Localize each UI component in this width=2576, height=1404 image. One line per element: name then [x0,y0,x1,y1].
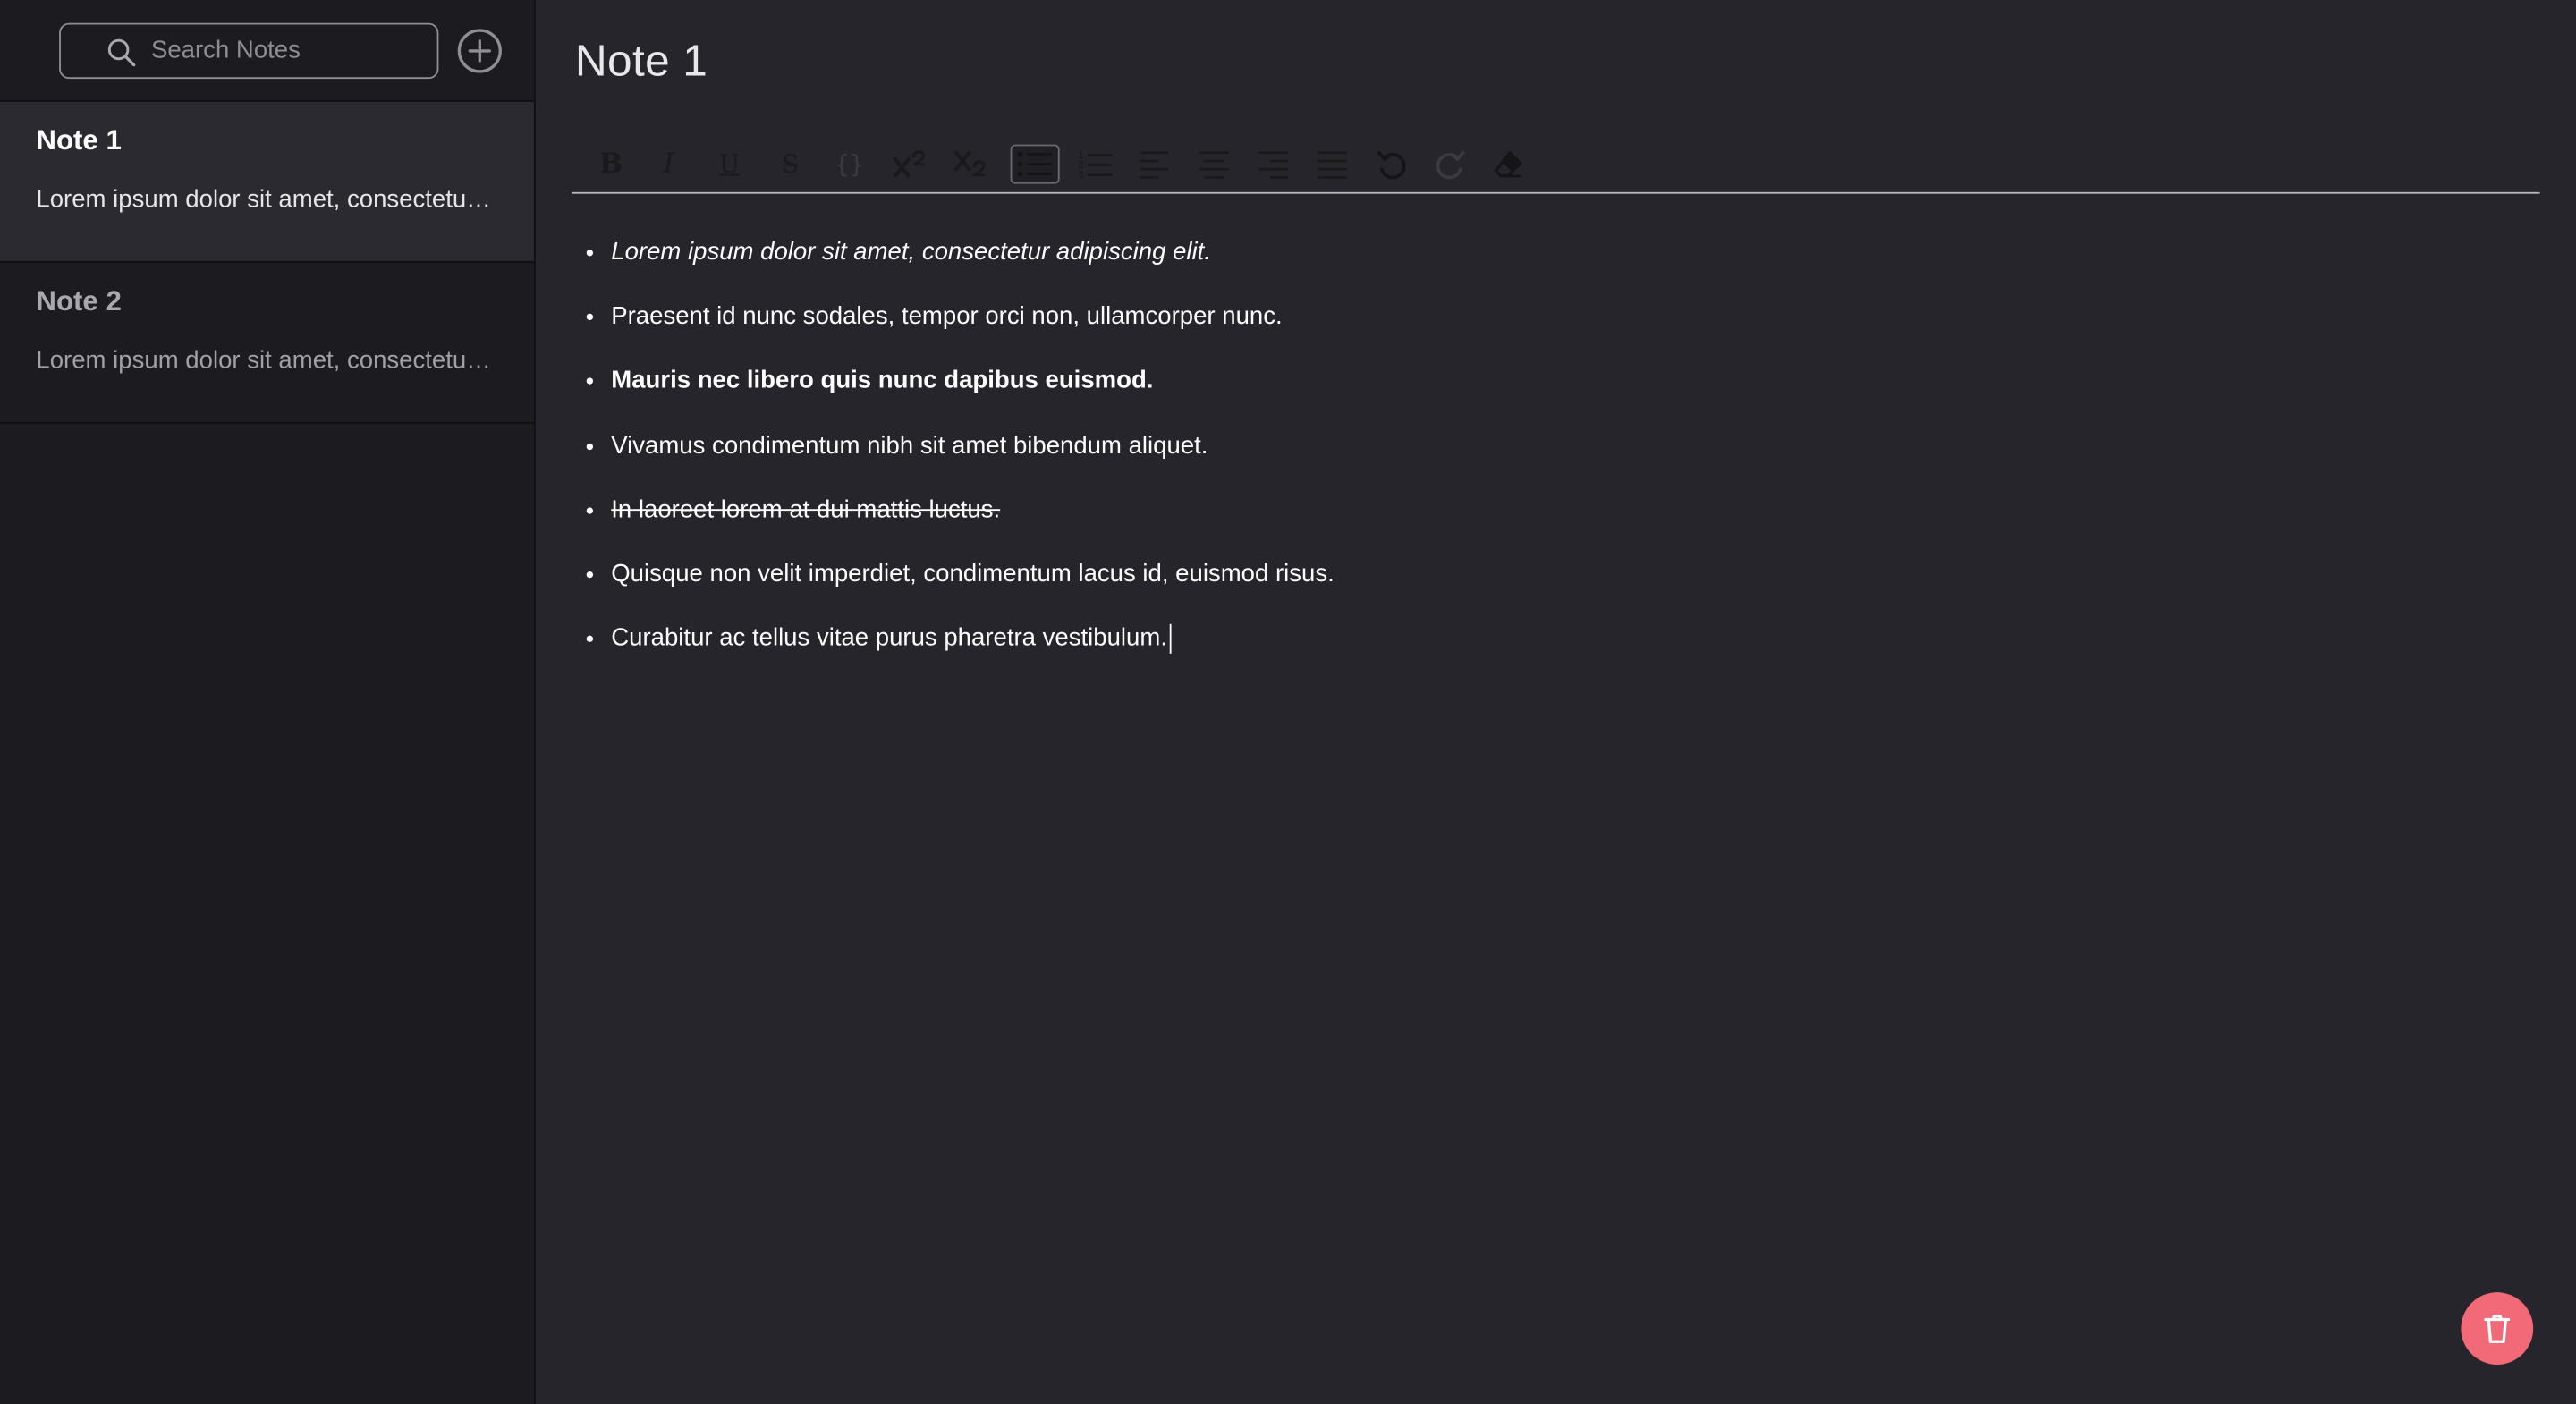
align-left-icon [1140,151,1168,179]
editor-pane: Note 1 B I U S {} 1 2 3 • Lorem ipsum do… [535,0,2576,1404]
code-icon: {} [834,148,865,179]
bold-icon: B [599,147,623,181]
align-justify-icon [1318,151,1348,179]
search-icon [107,38,136,66]
note-list-item[interactable]: Note 2 Lorem ipsum dolor sit amet, conse… [0,263,534,424]
underline-icon: U [718,148,741,179]
note-title: Note 2 [36,285,122,317]
numbered-list-icon: 1 2 3 [1078,149,1113,179]
note-list-item[interactable]: Note 1 Lorem ipsum dolor sit amet, conse… [0,101,534,263]
italic-button[interactable]: I [646,145,691,184]
align-left-button[interactable] [1131,145,1177,184]
note-title-heading[interactable]: Note 1 [575,36,708,87]
redo-button[interactable] [1428,145,1473,184]
editor-content[interactable]: Lorem ipsum dolor sit amet, consectetur … [575,220,1335,671]
superscript-icon [893,150,925,178]
sidebar-header [0,0,534,102]
note-preview: Lorem ipsum dolor sit amet, consectetur … [36,185,497,214]
list-item: Praesent id nunc sodales, tempor orci no… [611,284,1335,349]
list-item: Lorem ipsum dolor sit amet, consectetur … [611,220,1335,284]
subscript-icon [953,150,986,177]
trash-icon [2484,1315,2511,1343]
superscript-button[interactable] [887,145,933,184]
underline-button[interactable]: U [707,145,752,184]
clear-formatting-button[interactable] [1485,145,1530,184]
redo-icon [1436,150,1465,180]
align-right-button[interactable] [1250,145,1296,184]
svg-text:3: 3 [1078,169,1084,179]
delete-note-button[interactable] [2461,1292,2534,1365]
align-center-icon [1199,151,1229,179]
notes-app: Note 1 Lorem ipsum dolor sit amet, conse… [0,0,2576,1404]
italic-icon: I [663,147,674,181]
text-caret [1168,624,1171,655]
strikethrough-icon: S [782,148,799,179]
undo-button[interactable] [1368,145,1414,184]
add-note-button[interactable] [457,27,503,72]
undo-icon [1377,150,1406,180]
code-button[interactable]: {} [826,145,872,184]
list-item: Vivamus condimentum nibh sit amet bibend… [611,413,1335,478]
bold-button[interactable]: B [589,145,634,184]
list-item: Curabitur ac tellus vitae purus pharetra… [611,606,1335,671]
bullet-list-button[interactable] [1010,144,1060,184]
bullet-list: Lorem ipsum dolor sit amet, consectetur … [575,220,1335,671]
search-input[interactable] [150,36,431,64]
strikethrough-button[interactable]: S [767,145,813,184]
note-preview: Lorem ipsum dolor sit amet, consectetur … [36,346,497,375]
formatting-toolbar: B I U S {} 1 2 3 [572,138,2540,194]
list-item: Quisque non velit imperdiet, condimentum… [611,542,1335,606]
align-right-icon [1258,151,1288,179]
eraser-icon [1494,151,1522,178]
ordered-list-button[interactable]: 1 2 3 [1072,145,1118,184]
sidebar: Note 1 Lorem ipsum dolor sit amet, conse… [0,0,536,1404]
list-item: Mauris nec libero quis nunc dapibus euis… [611,349,1335,413]
search-box[interactable] [59,21,439,79]
bullet-list-icon [1017,151,1052,177]
subscript-button[interactable] [948,145,994,184]
align-justify-button[interactable] [1309,145,1355,184]
align-center-button[interactable] [1191,145,1237,184]
list-item-text: Curabitur ac tellus vitae purus pharetra… [611,624,1167,653]
note-title: Note 1 [36,124,122,156]
list-item: In laoreet lorem at dui mattis luctus. [611,478,1335,542]
